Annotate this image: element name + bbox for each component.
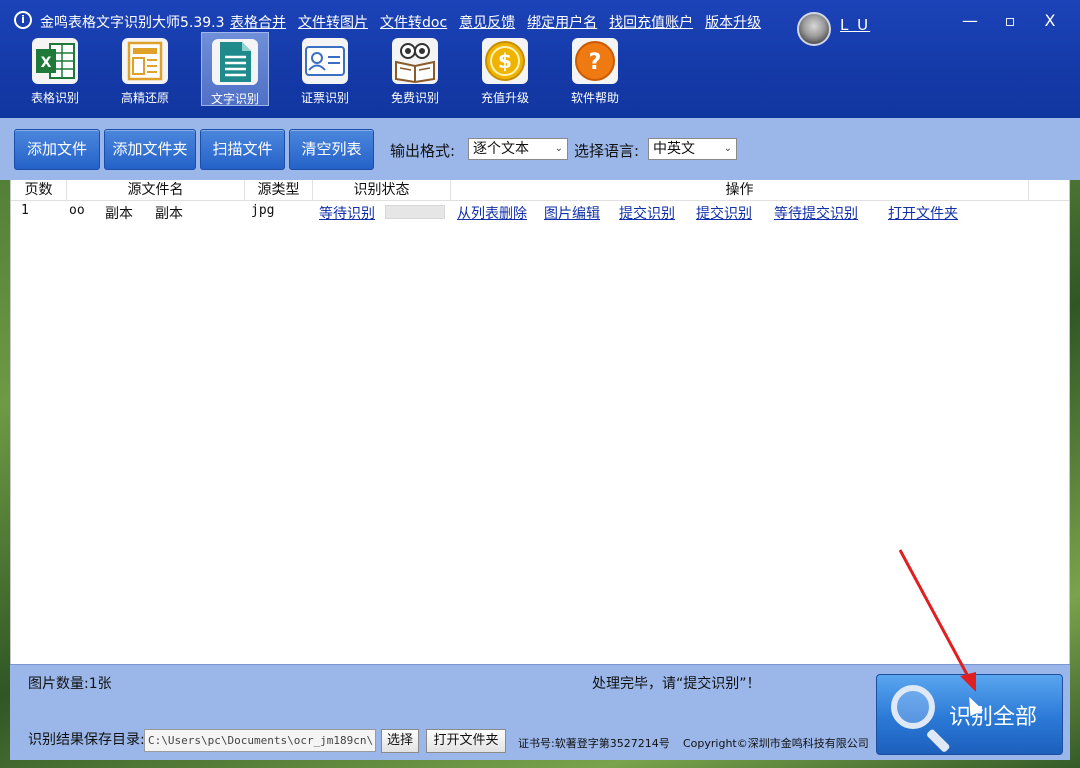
menu-file-to-image[interactable]: 文件转图片 bbox=[298, 12, 368, 32]
tool-free-recognition[interactable]: 免费识别 bbox=[381, 32, 449, 106]
language-label: 选择语言: bbox=[574, 142, 640, 160]
annotation-arrow bbox=[898, 549, 976, 692]
svg-text:X: X bbox=[41, 55, 52, 71]
username[interactable]: L U bbox=[840, 16, 870, 34]
tool-certificate-recognition[interactable]: 证票识别 bbox=[291, 32, 359, 106]
minimize-button[interactable]: — bbox=[955, 8, 985, 34]
tool-label: 高精还原 bbox=[120, 91, 169, 105]
title-toolbar: i 金鸣表格文字识别大师5.39.3 表格合并 文件转图片 文件转doc 意见反… bbox=[0, 0, 1080, 118]
help-icon: ? bbox=[572, 38, 618, 84]
save-dir-input[interactable]: C:\Users\pc\Documents\ocr_jm189cn\ bbox=[144, 729, 376, 752]
menu-feedback[interactable]: 意见反馈 bbox=[459, 12, 515, 32]
progress-bar bbox=[385, 205, 445, 219]
avatar[interactable] bbox=[797, 12, 831, 46]
magnifier-handle bbox=[925, 728, 951, 754]
clear-list-button[interactable]: 清空列表 bbox=[289, 129, 374, 170]
action-bar: 添加文件 添加文件夹 扫描文件 清空列表 输出格式: 逐个文本 ⌄ 选择语言: … bbox=[0, 118, 1080, 180]
recognize-all-label: 识别全部 bbox=[949, 705, 1038, 730]
col-operations: 操作 bbox=[451, 180, 1029, 201]
edit-image-link[interactable]: 图片编辑 bbox=[544, 203, 600, 223]
tool-label: 表格识别 bbox=[30, 91, 79, 105]
cell-filename-prefix: oo bbox=[69, 203, 85, 218]
layout-icon bbox=[122, 38, 168, 84]
app-logo-icon: i bbox=[14, 11, 32, 29]
cert-number: 证书号:软著登字第3527214号 bbox=[518, 737, 670, 750]
copyright: Copyright©深圳市金鸣科技有限公司 bbox=[683, 737, 869, 750]
output-format-select[interactable]: 逐个文本 ⌄ bbox=[468, 138, 568, 160]
cell-status[interactable]: 等待识别 bbox=[319, 203, 375, 223]
tool-recharge-upgrade[interactable]: $ 充值升级 bbox=[471, 32, 539, 106]
col-filename: 源文件名 bbox=[67, 180, 245, 201]
document-icon bbox=[212, 39, 258, 85]
svg-text:$: $ bbox=[498, 49, 512, 73]
app-window: i 金鸣表格文字识别大师5.39.3 表格合并 文件转图片 文件转doc 意见反… bbox=[0, 0, 1080, 768]
col-status: 识别状态 bbox=[313, 180, 451, 201]
id-card-icon bbox=[302, 38, 348, 84]
menu-bind-username[interactable]: 绑定用户名 bbox=[527, 12, 597, 32]
coin-icon: $ bbox=[482, 38, 528, 84]
menu-table-merge[interactable]: 表格合并 bbox=[230, 12, 286, 32]
app-title: 金鸣表格文字识别大师5.39.3 bbox=[40, 15, 225, 31]
chevron-down-icon: ⌄ bbox=[554, 143, 563, 154]
menu-upgrade[interactable]: 版本升级 bbox=[705, 12, 761, 32]
menu-file-to-doc[interactable]: 文件转doc bbox=[380, 12, 447, 32]
open-folder-button[interactable]: 打开文件夹 bbox=[426, 729, 506, 753]
language-value: 中英文 bbox=[653, 141, 695, 157]
status-message: 处理完毕，请“提交识别”！ bbox=[592, 676, 761, 692]
tool-label: 免费识别 bbox=[390, 91, 439, 105]
open-folder-link[interactable]: 打开文件夹 bbox=[888, 203, 958, 223]
svg-text:?: ? bbox=[589, 50, 602, 75]
tool-software-help[interactable]: ? 软件帮助 bbox=[561, 32, 629, 106]
tool-label: 文字识别 bbox=[210, 92, 259, 106]
table-header: 页数 源文件名 源类型 识别状态 操作 bbox=[11, 180, 1069, 201]
language-select[interactable]: 中英文 ⌄ bbox=[648, 138, 737, 160]
table-row[interactable]: 1 oo 副本 副本 jpg 等待识别 从列表删除 图片编辑 提交识别 提交识别… bbox=[11, 201, 1069, 223]
submit-recognition-link-2[interactable]: 提交识别 bbox=[696, 203, 752, 223]
chevron-down-icon: ⌄ bbox=[723, 143, 732, 154]
tool-table-recognition[interactable]: X 表格识别 bbox=[21, 32, 89, 106]
output-format-value: 逐个文本 bbox=[473, 141, 529, 157]
col-type: 源类型 bbox=[245, 180, 313, 201]
owl-book-icon bbox=[392, 38, 438, 84]
add-folder-button[interactable]: 添加文件夹 bbox=[104, 129, 196, 170]
cell-pages: 1 bbox=[21, 203, 29, 218]
image-count: 图片数量:1张 bbox=[28, 676, 112, 692]
excel-icon: X bbox=[32, 38, 78, 84]
tool-label: 充值升级 bbox=[480, 91, 529, 105]
tool-text-recognition[interactable]: 文字识别 bbox=[201, 32, 269, 106]
tool-label: 软件帮助 bbox=[570, 91, 619, 105]
waiting-submit-link[interactable]: 等待提交识别 bbox=[774, 203, 858, 223]
remove-from-list-link[interactable]: 从列表删除 bbox=[457, 203, 527, 223]
save-dir-label: 识别结果保存目录: bbox=[28, 732, 145, 748]
add-file-button[interactable]: 添加文件 bbox=[14, 129, 100, 170]
tool-high-precision[interactable]: 高精还原 bbox=[111, 32, 179, 106]
scan-file-button[interactable]: 扫描文件 bbox=[200, 129, 285, 170]
maximize-button[interactable]: ▫ bbox=[995, 8, 1025, 34]
cell-filename-part: 副本 bbox=[155, 206, 183, 222]
close-button[interactable]: X bbox=[1035, 8, 1065, 34]
output-format-label: 输出格式: bbox=[390, 142, 456, 160]
col-pages: 页数 bbox=[11, 180, 67, 201]
choose-dir-button[interactable]: 选择 bbox=[381, 729, 419, 753]
cell-filename-part: 副本 bbox=[105, 206, 133, 222]
menu-recover-account[interactable]: 找回充值账户 bbox=[609, 12, 693, 32]
tool-label: 证票识别 bbox=[300, 91, 349, 105]
cell-type: jpg bbox=[251, 203, 275, 218]
top-menu: 表格合并 文件转图片 文件转doc 意见反馈 绑定用户名 找回充值账户 版本升级 bbox=[230, 12, 761, 32]
submit-recognition-link[interactable]: 提交识别 bbox=[619, 203, 675, 223]
